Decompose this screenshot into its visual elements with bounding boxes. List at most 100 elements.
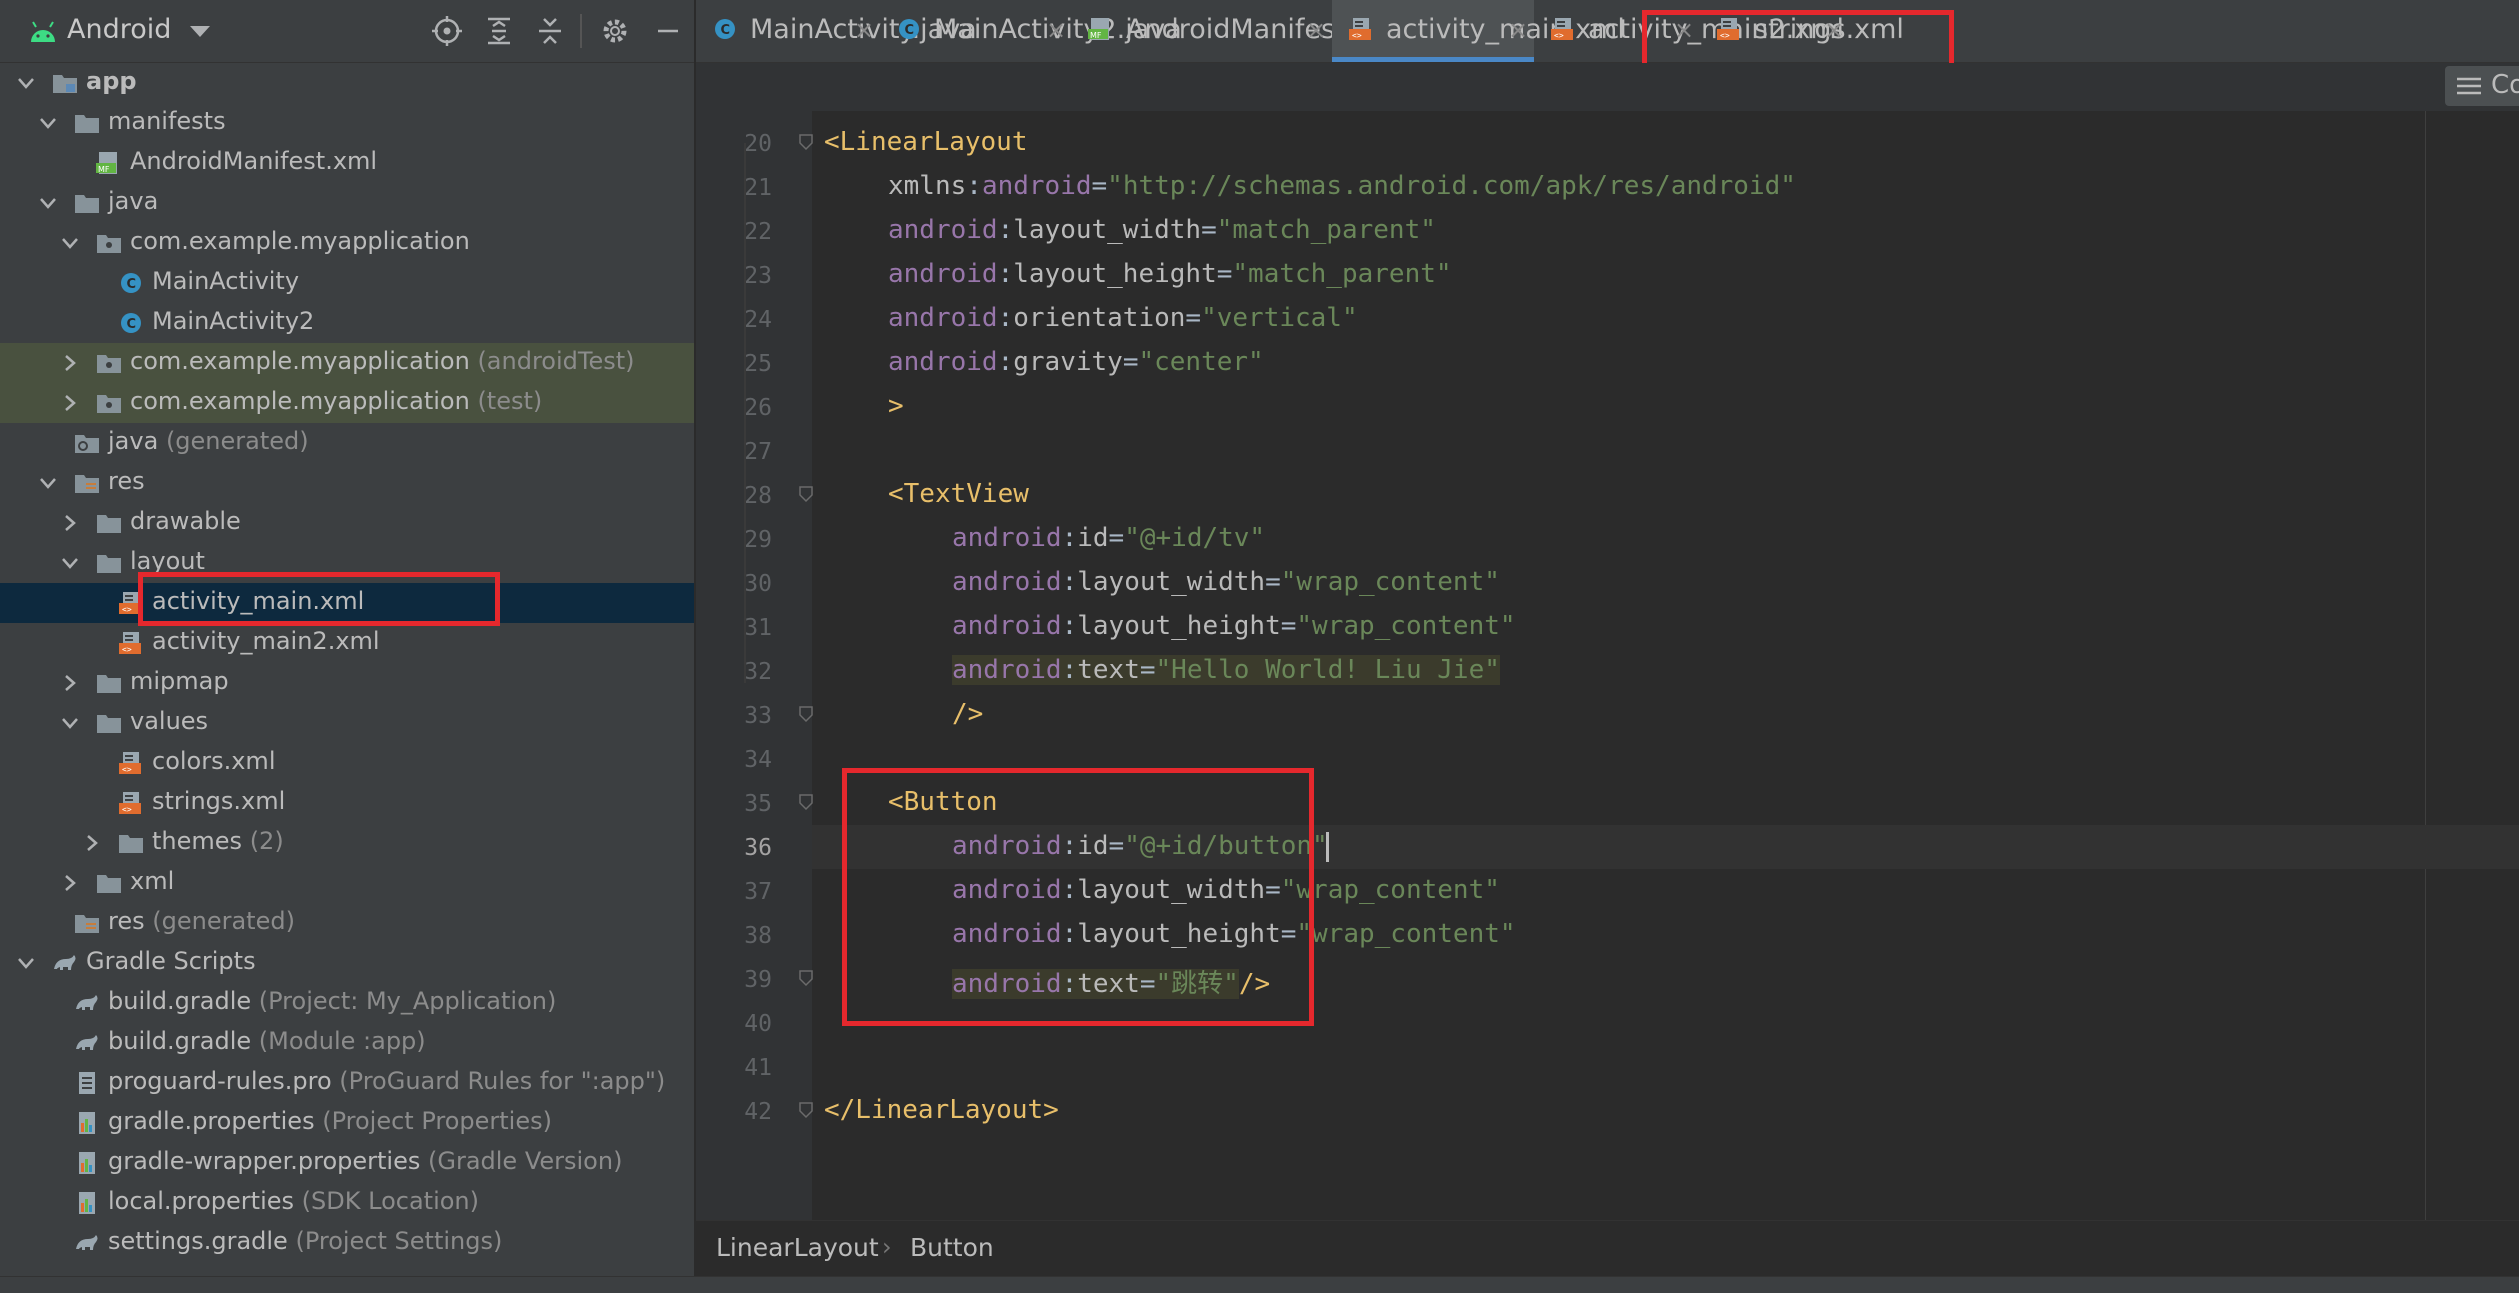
tree-item[interactable]: build.gradle (Module :app) [0, 1023, 694, 1063]
gear-icon[interactable] [598, 14, 632, 48]
code-line[interactable]: 37 android:layout_width="wrap_content" [744, 869, 2519, 913]
breadcrumb-item-button[interactable]: Button [910, 1233, 994, 1262]
code-line[interactable]: 33 /> [744, 693, 2519, 737]
tab-androidmanifest-xml[interactable]: MF AndroidManifest.xml × [1072, 0, 1404, 62]
fold-marker-icon[interactable] [798, 793, 814, 811]
gradle-icon [74, 991, 100, 1015]
chevron-right-icon[interactable] [60, 393, 80, 413]
tree-item[interactable]: mipmap [0, 663, 694, 703]
tree-item[interactable]: gradle-wrapper.properties (Gradle Versio… [0, 1143, 694, 1183]
tree-item[interactable]: app [0, 63, 694, 103]
code-line[interactable]: 34 [744, 737, 2519, 781]
chevron-right-icon[interactable] [60, 873, 80, 893]
tree-item[interactable]: <> activity_main2.xml [0, 623, 694, 663]
tree-item[interactable]: res [0, 463, 694, 503]
tree-item[interactable]: C MainActivity [0, 263, 694, 303]
fold-marker-icon[interactable] [798, 485, 814, 503]
locate-file-icon[interactable] [430, 14, 464, 48]
fold-marker-icon[interactable] [798, 1101, 814, 1119]
tree-item[interactable]: com.example.myapplication (test) [0, 383, 694, 423]
tree-item[interactable]: themes (2) [0, 823, 694, 863]
tree-item[interactable]: gradle.properties (Project Properties) [0, 1103, 694, 1143]
code-line[interactable]: 29 android:id="@+id/tv" [744, 517, 2519, 561]
tree-item[interactable]: com.example.myapplication [0, 223, 694, 263]
close-icon[interactable]: × [854, 16, 874, 44]
breadcrumb-item-linearlayout[interactable]: LinearLayout [716, 1233, 879, 1262]
code-line[interactable]: 20 <LinearLayout [744, 121, 2519, 165]
tree-item[interactable]: <> colors.xml [0, 743, 694, 783]
code-editor[interactable]: 20 <LinearLayout 21 xmlns:android="http://s… [744, 111, 2519, 1241]
tab-mainactivity2-java[interactable]: C MainActivity2.java × [880, 0, 1182, 62]
code-line[interactable]: 31 android:layout_height="wrap_content" [744, 605, 2519, 649]
tree-item[interactable]: java [0, 183, 694, 223]
tree-item[interactable]: values [0, 703, 694, 743]
tree-item[interactable]: C MainActivity2 [0, 303, 694, 343]
hide-panel-icon[interactable] [651, 14, 685, 48]
project-view-selector[interactable]: Android [67, 14, 171, 45]
code-line[interactable]: 32 android:text="Hello World! Liu Jie" [744, 649, 2519, 693]
code-line[interactable]: 27 [744, 429, 2519, 473]
tree-item[interactable]: drawable [0, 503, 694, 543]
tree-item[interactable]: Gradle Scripts [0, 943, 694, 983]
code-line[interactable]: 42 </LinearLayout> [744, 1089, 2519, 1133]
tree-item[interactable]: MF AndroidManifest.xml [0, 143, 694, 183]
chevron-right-icon[interactable] [82, 833, 102, 853]
code-line[interactable]: 40 [744, 1001, 2519, 1045]
chevron-down-icon[interactable] [60, 713, 80, 733]
tree-item-name: Gradle Scripts [86, 947, 256, 975]
tree-item[interactable]: layout [0, 543, 694, 583]
tree-item-label: build.gradle (Project: My_Application) [108, 987, 556, 1015]
tab-strings-xml[interactable]: <> strings.xml × [1700, 0, 1904, 62]
tree-item[interactable]: java (generated) [0, 423, 694, 463]
tree-item[interactable]: local.properties (SDK Location) [0, 1183, 694, 1223]
code-line[interactable]: 25 android:gravity="center" [744, 341, 2519, 385]
tab-activity-main-xml[interactable]: <> activity_main.xml × [1332, 0, 1625, 62]
tree-item[interactable]: res (generated) [0, 903, 694, 943]
close-icon[interactable]: × [1046, 16, 1066, 44]
code-line[interactable]: 28 <TextView [744, 473, 2519, 517]
tree-item-label: values [130, 707, 208, 735]
close-icon[interactable]: × [1824, 16, 1844, 44]
chevron-down-icon[interactable] [38, 193, 58, 213]
tree-item[interactable]: proguard-rules.pro (ProGuard Rules for "… [0, 1063, 694, 1103]
code-line[interactable]: 39 android:text="跳转"/> [744, 957, 2519, 1001]
tree-item[interactable]: com.example.myapplication (androidTest) [0, 343, 694, 383]
reader-mode-button[interactable]: Co [2445, 66, 2519, 106]
code-line[interactable]: 26 > [744, 385, 2519, 429]
chevron-down-icon[interactable] [60, 233, 80, 253]
tree-item[interactable]: manifests [0, 103, 694, 143]
tree-item[interactable]: <> activity_main.xml [0, 583, 694, 623]
close-icon[interactable]: × [1306, 16, 1326, 44]
chevron-down-icon[interactable] [38, 113, 58, 133]
code-line[interactable]: 38 android:layout_height="wrap_content" [744, 913, 2519, 957]
tree-item[interactable]: settings.gradle (Project Settings) [0, 1223, 694, 1263]
close-icon[interactable]: × [1674, 16, 1694, 44]
tree-item[interactable]: <> strings.xml [0, 783, 694, 823]
fold-marker-icon[interactable] [798, 133, 814, 151]
code-line[interactable]: 36 android:id="@+id/button" [744, 825, 2519, 869]
chevron-right-icon[interactable] [60, 513, 80, 533]
tab-activity-main2-xml[interactable]: <> activity_main2.xml × [1534, 0, 1844, 62]
expand-all-icon[interactable] [482, 14, 516, 48]
chevron-down-icon[interactable] [190, 26, 210, 37]
code-line[interactable]: 21 xmlns:android="http://schemas.android.… [744, 165, 2519, 209]
chevron-down-icon[interactable] [38, 473, 58, 493]
chevron-down-icon[interactable] [60, 553, 80, 573]
close-icon[interactable]: × [1508, 16, 1528, 44]
tab-mainactivity-java[interactable]: C MainActivity.java × [696, 0, 977, 62]
fold-marker-icon[interactable] [798, 969, 814, 987]
fold-marker-icon[interactable] [798, 705, 814, 723]
chevron-down-icon[interactable] [16, 73, 36, 93]
code-line[interactable]: 22 android:layout_width="match_parent" [744, 209, 2519, 253]
chevron-right-icon[interactable] [60, 673, 80, 693]
chevron-right-icon[interactable] [60, 353, 80, 373]
code-line[interactable]: 30 android:layout_width="wrap_content" [744, 561, 2519, 605]
code-line[interactable]: 41 [744, 1045, 2519, 1089]
tree-item[interactable]: xml [0, 863, 694, 903]
collapse-all-icon[interactable] [533, 14, 567, 48]
code-line[interactable]: 23 android:layout_height="match_parent" [744, 253, 2519, 297]
code-line[interactable]: 35 <Button [744, 781, 2519, 825]
tree-item[interactable]: build.gradle (Project: My_Application) [0, 983, 694, 1023]
code-line[interactable]: 24 android:orientation="vertical" [744, 297, 2519, 341]
chevron-down-icon[interactable] [16, 953, 36, 973]
